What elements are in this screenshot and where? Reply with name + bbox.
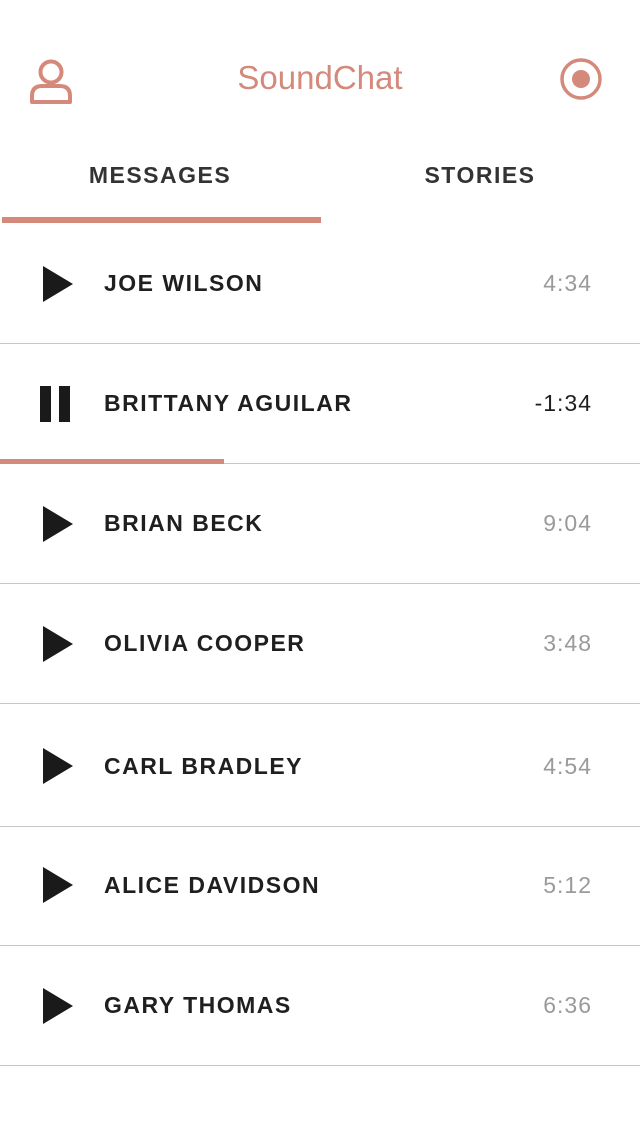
sender-name: ALICE DAVIDSON [104, 872, 321, 898]
play-icon[interactable] [43, 266, 73, 302]
play-icon[interactable] [43, 626, 73, 662]
active-tab-indicator [2, 217, 321, 223]
tab-bar: MESSAGES STORIES [0, 140, 640, 224]
sender-name: JOE WILSON [104, 270, 264, 296]
message-row[interactable]: ALICE DAVIDSON 5:12 [0, 827, 640, 946]
sender-name: OLIVIA COOPER [104, 630, 306, 656]
message-row[interactable]: BRIAN BECK 9:04 [0, 464, 640, 584]
message-row[interactable]: JOE WILSON 4:34 [0, 224, 640, 344]
message-duration: 9:04 [543, 510, 592, 536]
play-icon[interactable] [43, 506, 73, 542]
tab-messages-label: MESSAGES [88, 162, 232, 188]
play-icon[interactable] [43, 748, 73, 784]
tab-stories[interactable]: STORIES [320, 140, 640, 224]
sender-name: GARY THOMAS [104, 992, 292, 1018]
message-duration: 6:36 [543, 992, 592, 1018]
remaining-time: -1:34 [534, 390, 592, 416]
play-icon[interactable] [43, 988, 73, 1024]
sender-name: CARL BRADLEY [104, 753, 304, 779]
message-row[interactable]: GARY THOMAS 6:36 [0, 946, 640, 1066]
message-duration: 4:54 [543, 753, 592, 779]
app-title: SoundChat [237, 59, 403, 96]
message-duration: 3:48 [543, 630, 592, 656]
message-row-playing[interactable]: BRITTANY AGUILAR -1:34 [0, 344, 640, 464]
tab-stories-label: STORIES [424, 162, 536, 188]
app-header: SoundChat [0, 0, 640, 140]
message-row[interactable]: OLIVIA COOPER 3:48 [0, 584, 640, 704]
play-icon[interactable] [43, 867, 73, 903]
pause-icon[interactable] [40, 386, 70, 422]
sender-name: BRITTANY AGUILAR [104, 390, 353, 416]
message-duration: 5:12 [543, 872, 592, 898]
message-row[interactable]: CARL BRADLEY 4:54 [0, 704, 640, 827]
message-duration: 4:34 [543, 270, 592, 296]
sender-name: BRIAN BECK [104, 510, 264, 536]
record-icon[interactable] [558, 56, 604, 102]
tab-messages[interactable]: MESSAGES [0, 140, 320, 224]
